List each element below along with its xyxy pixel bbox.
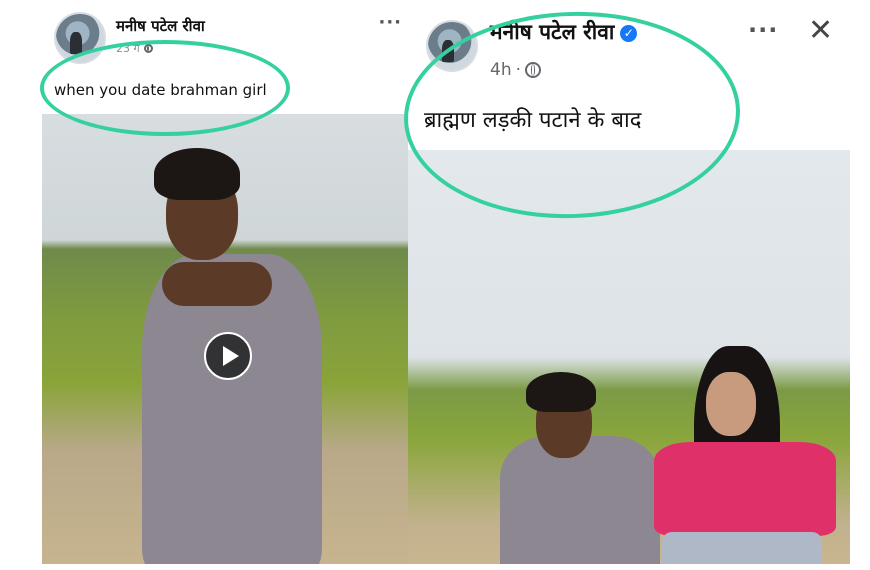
avatar-figure <box>442 40 454 62</box>
poster-name[interactable]: मनीष पटेल रीवा <box>490 20 614 44</box>
poster-name-row: मनीष पटेल रीवा ✓ <box>490 18 638 46</box>
man-hair <box>154 148 240 200</box>
left-post: मनीष पटेल रीवा 23 ग ··· when you date br… <box>42 8 408 564</box>
post-meta: 4h · <box>490 60 541 80</box>
more-options-icon[interactable]: ··· <box>378 12 402 33</box>
close-icon[interactable]: ✕ <box>808 14 833 48</box>
post-timestamp[interactable]: 4h <box>490 60 512 80</box>
woman-jeans <box>662 532 822 564</box>
poster-name[interactable]: मनीष पटेल रीवा <box>116 16 205 36</box>
more-options-icon[interactable]: ··· <box>748 16 778 44</box>
woman-face <box>706 372 756 436</box>
post-caption: ब्राह्मण लड़की पटाने के बाद <box>424 108 642 133</box>
post-meta: 23 ग <box>116 41 153 56</box>
man-outstretched-hand <box>162 262 272 306</box>
post-video[interactable] <box>408 150 850 564</box>
meta-separator: · <box>515 60 521 80</box>
right-post: मनीष पटेल रीवा ✓ 4h · ··· ✕ ब्राह्मण लड़क… <box>408 14 850 564</box>
verified-badge-icon: ✓ <box>620 25 638 42</box>
poster-avatar[interactable] <box>54 12 106 64</box>
man-hair <box>526 372 596 412</box>
avatar-figure <box>70 32 82 54</box>
poster-avatar[interactable] <box>426 20 478 72</box>
man-shirt <box>500 436 660 564</box>
globe-icon <box>525 62 541 78</box>
post-timestamp[interactable]: 23 ग <box>116 41 140 56</box>
globe-icon <box>143 44 153 53</box>
post-caption: when you date brahman girl <box>54 81 267 99</box>
post-video[interactable] <box>42 114 408 564</box>
play-button[interactable] <box>204 332 252 380</box>
woman-pink-top <box>654 442 836 536</box>
